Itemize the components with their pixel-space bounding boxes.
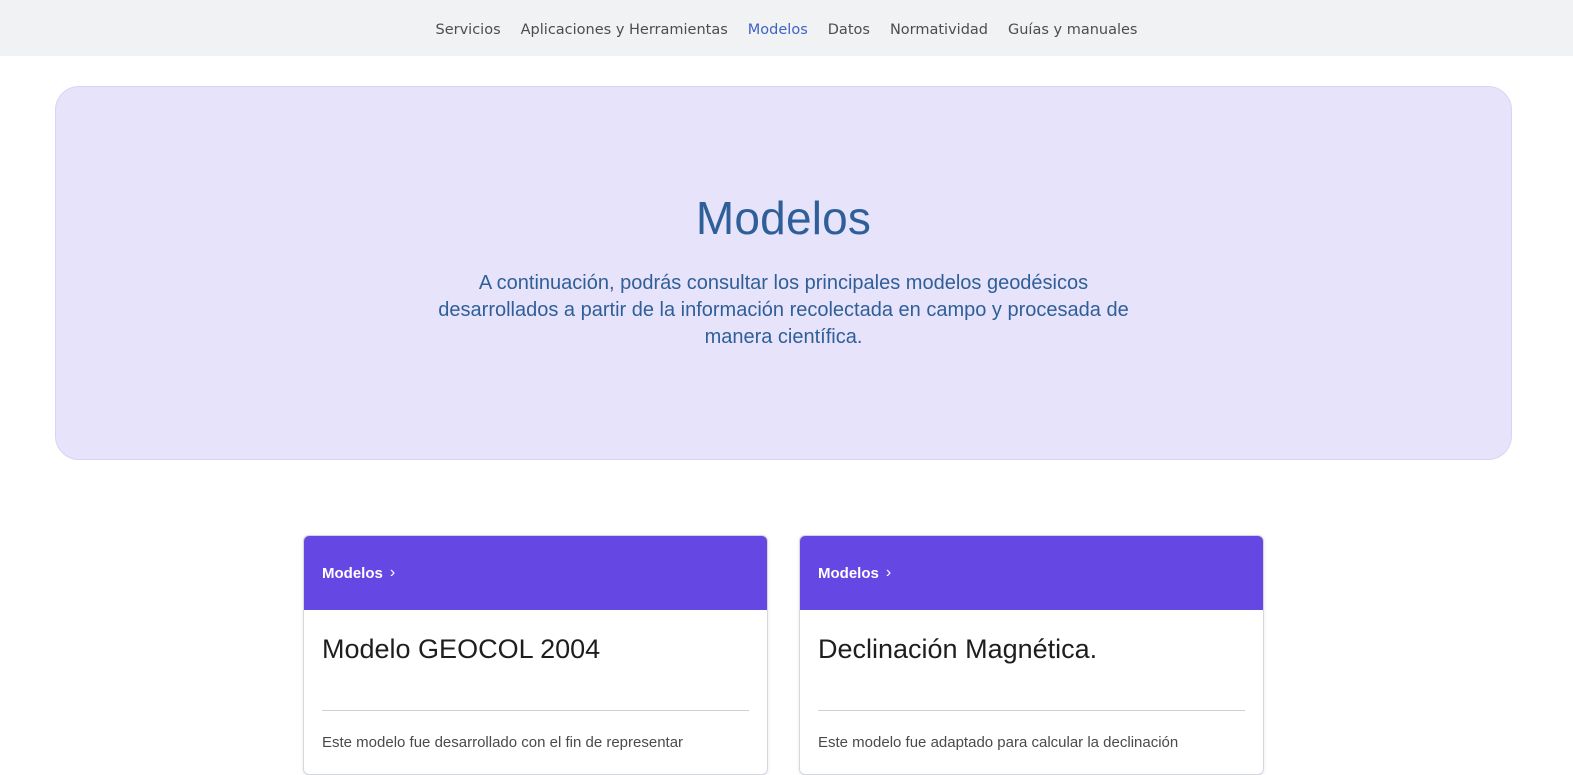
- nav-item-aplicaciones[interactable]: Aplicaciones y Herramientas: [521, 22, 728, 38]
- card-title[interactable]: Modelo GEOCOL 2004: [322, 610, 749, 711]
- nav-item-modelos[interactable]: Modelos: [748, 22, 808, 38]
- nav-item-datos[interactable]: Datos: [828, 22, 870, 38]
- chevron-right-icon: ›: [389, 564, 396, 581]
- card-category-link[interactable]: Modelos ›: [304, 536, 767, 610]
- hero-banner: Modelos A continuación, podrás consultar…: [55, 86, 1512, 460]
- nav-item-guias[interactable]: Guías y manuales: [1008, 22, 1137, 38]
- top-navigation: Servicios Aplicaciones y Herramientas Mo…: [0, 0, 1573, 56]
- nav-item-normatividad[interactable]: Normatividad: [890, 22, 988, 38]
- model-card-declinacion[interactable]: Modelos › Declinación Magnética. Este mo…: [799, 535, 1264, 775]
- card-description: Este modelo fue desarrollado con el fin …: [322, 734, 684, 751]
- model-card-geocol[interactable]: Modelos › Modelo GEOCOL 2004 Este modelo…: [303, 535, 768, 775]
- card-category-link[interactable]: Modelos ›: [800, 536, 1263, 610]
- nav-item-servicios[interactable]: Servicios: [436, 22, 501, 38]
- chevron-right-icon: ›: [885, 564, 892, 581]
- card-category-label: Modelos: [322, 564, 383, 582]
- page-title: Modelos: [695, 192, 872, 244]
- card-category-label: Modelos: [818, 564, 879, 582]
- nav-list: Servicios Aplicaciones y Herramientas Mo…: [436, 19, 1138, 38]
- card-description: Este modelo fue adaptado para calcular l…: [818, 734, 1179, 751]
- card-title[interactable]: Declinación Magnética.: [818, 610, 1245, 711]
- page-description: A continuación, podrás consultar los pri…: [438, 272, 1129, 348]
